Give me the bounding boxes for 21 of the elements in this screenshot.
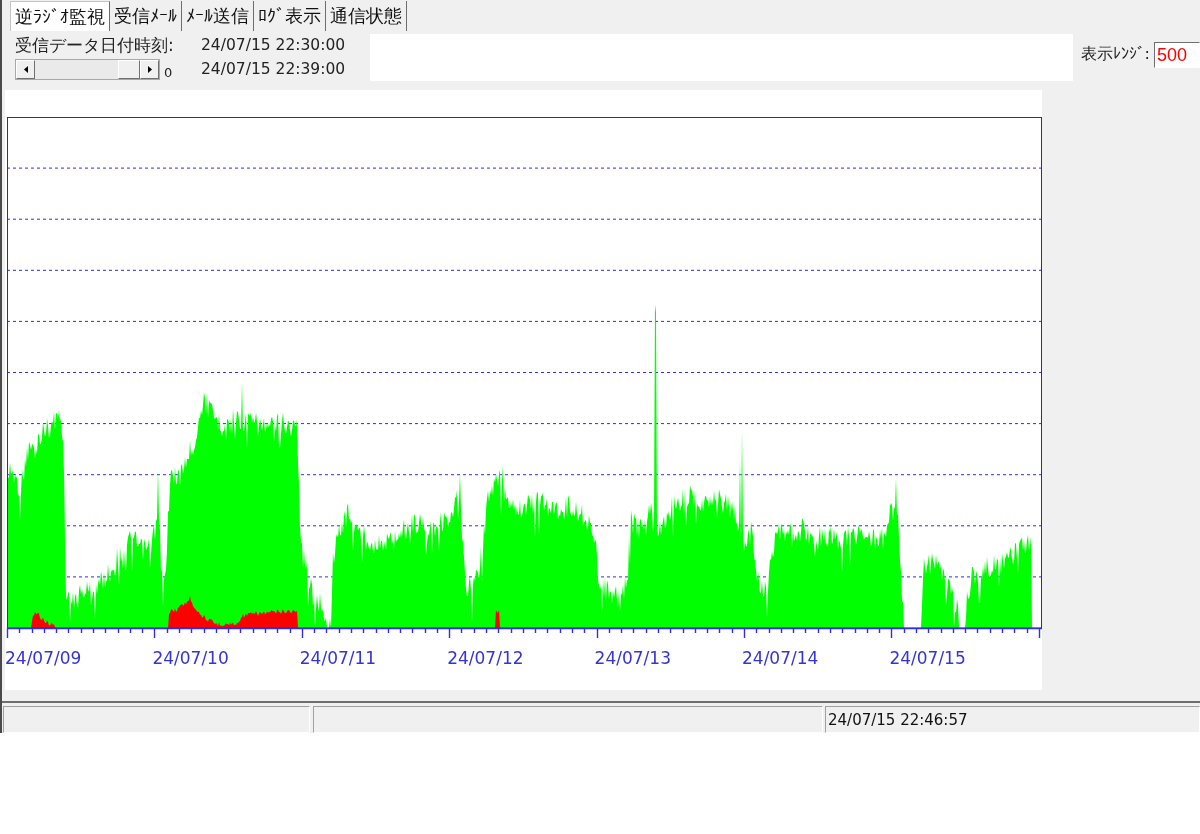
received-time-label: 受信データ日付時刻: bbox=[15, 33, 175, 57]
status-time: 24/07/15 22:46:57 bbox=[828, 710, 968, 729]
tab[interactable]: 逆ﾗｼﾞｵ監視 bbox=[10, 1, 110, 31]
x-axis-label: 24/07/13 bbox=[594, 648, 671, 668]
x-axis-label: 24/07/09 bbox=[5, 648, 82, 668]
x-axis-label: 24/07/12 bbox=[447, 648, 524, 668]
display-range-label: 表示ﾚﾝｼﾞ: bbox=[1080, 44, 1150, 65]
x-axis-label: 24/07/15 bbox=[889, 648, 966, 668]
start-time-text: 24/07/15 22:30:00 bbox=[201, 36, 347, 54]
x-axis-label: 24/07/14 bbox=[742, 648, 819, 668]
right-triangle-icon bbox=[147, 65, 152, 73]
left-triangle-icon bbox=[23, 65, 28, 73]
horizontal-scrollbar[interactable] bbox=[15, 58, 160, 80]
scrollbar-thumb[interactable] bbox=[118, 59, 140, 79]
display-range-input[interactable]: 500 bbox=[1154, 42, 1200, 68]
scroll-value: 0 bbox=[164, 65, 173, 80]
scroll-left-button[interactable] bbox=[16, 59, 35, 79]
end-time-text: 24/07/15 22:39:00 bbox=[201, 60, 347, 78]
x-axis-label: 24/07/10 bbox=[152, 648, 229, 668]
x-axis-label: 24/07/11 bbox=[299, 648, 377, 668]
scroll-right-button[interactable] bbox=[140, 59, 159, 79]
